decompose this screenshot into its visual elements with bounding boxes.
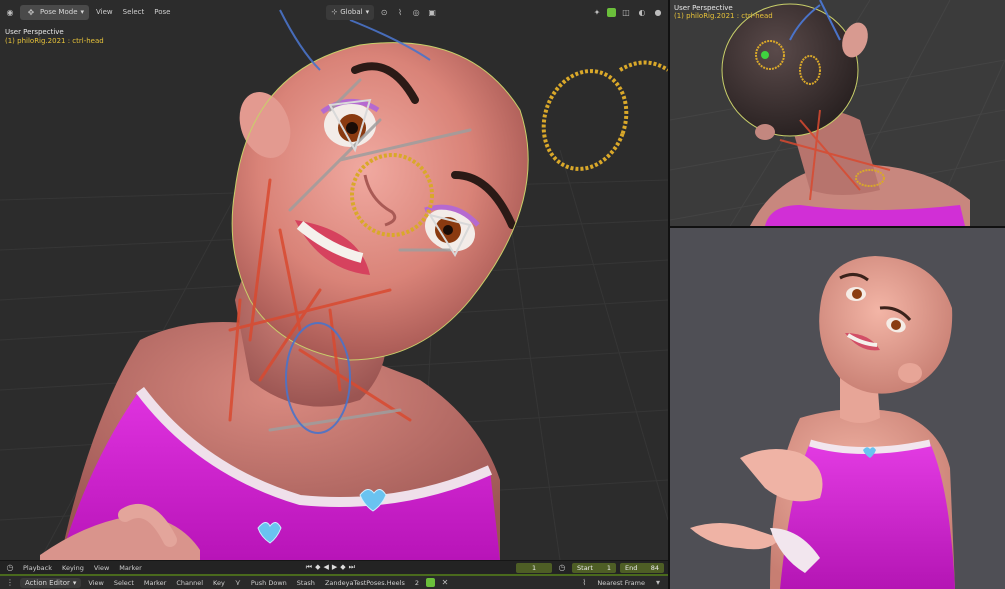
- rewind-icon[interactable]: ◀: [324, 563, 329, 572]
- jump-end-icon[interactable]: ⏭: [349, 563, 355, 572]
- overlay-icon[interactable]: [607, 7, 616, 17]
- snap-icon[interactable]: ⌇: [394, 6, 406, 18]
- timeline-header: ◷ Playback Keying View Marker ⏮ ◆ ◀ ▶ ◆ …: [0, 560, 668, 574]
- close-icon[interactable]: ✕: [439, 577, 451, 589]
- menu-channel[interactable]: Channel: [173, 579, 206, 587]
- end-value: 84: [650, 563, 660, 572]
- menu-pose[interactable]: Pose: [151, 8, 173, 16]
- viewport-shading-icon[interactable]: ◐: [636, 6, 648, 18]
- main-viewport-header: ◉ ✥ Pose Mode ▾ View Select Pose ⊹ Globa…: [0, 0, 668, 24]
- menu-marker[interactable]: Marker: [116, 564, 144, 572]
- pivot-icon[interactable]: ⊙: [378, 6, 390, 18]
- top-right-viewport[interactable]: User Perspective (1) philoRig.2021 : ctr…: [670, 0, 1005, 226]
- end-frame-field[interactable]: End 84: [620, 562, 665, 573]
- preview-range-icon[interactable]: ◷: [556, 562, 568, 574]
- viewport-grid: [670, 0, 1005, 226]
- editor-mode-label: Action Editor: [25, 578, 70, 587]
- editor-type-icon[interactable]: ◉: [4, 6, 16, 18]
- jump-start-icon[interactable]: ⏮: [306, 563, 312, 572]
- viewport-title: User Perspective: [674, 4, 733, 12]
- clock-icon[interactable]: ◷: [4, 562, 16, 574]
- viewport-grid: [0, 9, 668, 560]
- current-frame-value: 1: [531, 563, 537, 572]
- viewport-title: User Perspective: [5, 28, 64, 36]
- xray-icon[interactable]: ◫: [620, 6, 632, 18]
- menu-key[interactable]: Key: [210, 579, 228, 587]
- start-label: Start: [577, 563, 593, 572]
- menu-keying[interactable]: Keying: [59, 564, 87, 572]
- viewport-subtitle: (1) philoRig.2021 : ctrl-head: [674, 12, 773, 20]
- area-divider-vertical[interactable]: [668, 0, 670, 589]
- menu-playback[interactable]: Playback: [20, 564, 55, 572]
- play-icon[interactable]: ▶: [332, 563, 337, 572]
- orientation-selector[interactable]: ⊹ Global ▾: [326, 4, 375, 20]
- chevron-down-icon: ▾: [72, 578, 77, 587]
- display-icon[interactable]: ▣: [426, 6, 438, 18]
- viewport-subtitle: (1) philoRig.2021 : ctrl-head: [5, 37, 104, 45]
- area-divider-horizontal[interactable]: [670, 226, 1005, 228]
- proportional-icon[interactable]: ◎: [410, 6, 422, 18]
- orientation-icon: ⊹: [331, 8, 338, 16]
- action-users: 2: [414, 578, 419, 587]
- mode-selector[interactable]: ✥ Pose Mode ▾: [20, 4, 90, 20]
- interpolation-icon[interactable]: ⋎: [232, 577, 244, 589]
- editor-mode-selector[interactable]: Action Editor ▾: [20, 577, 82, 588]
- render-preview[interactable]: [670, 228, 1005, 589]
- menu-select[interactable]: Select: [111, 579, 137, 587]
- fake-user-icon[interactable]: [425, 578, 435, 587]
- snap-icon[interactable]: ⌇: [578, 577, 590, 589]
- push-down-button[interactable]: Push Down: [248, 579, 290, 587]
- next-key-icon[interactable]: ◆: [340, 563, 345, 572]
- chevron-down-icon: ▾: [365, 8, 370, 16]
- dopesheet-icon[interactable]: ⋮: [4, 577, 16, 589]
- action-editor-header: ⋮ Action Editor ▾ View Select Marker Cha…: [0, 576, 668, 589]
- action-name[interactable]: ZandeyaTestPoses.Heels: [322, 579, 408, 587]
- menu-view[interactable]: View: [93, 8, 116, 16]
- menu-marker[interactable]: Marker: [141, 579, 169, 587]
- mode-label: Pose Mode: [40, 8, 78, 16]
- start-frame-field[interactable]: Start 1: [572, 562, 617, 573]
- gizmo-icon[interactable]: ✦: [591, 6, 603, 18]
- chevron-down-icon: ▾: [80, 8, 85, 16]
- snap-mode[interactable]: Nearest Frame: [594, 579, 648, 587]
- chevron-down-icon: ▾: [655, 578, 660, 587]
- render-image: [690, 256, 955, 589]
- menu-view[interactable]: View: [85, 579, 106, 587]
- start-value: 1: [606, 563, 612, 572]
- pose-mode-icon: ✥: [27, 7, 35, 17]
- main-viewport[interactable]: ◉ ✥ Pose Mode ▾ View Select Pose ⊹ Globa…: [0, 0, 668, 560]
- viewport-shading-icon[interactable]: ●: [652, 6, 664, 18]
- menu-select[interactable]: Select: [120, 8, 148, 16]
- prev-key-icon[interactable]: ◆: [315, 563, 320, 572]
- menu-view[interactable]: View: [91, 564, 112, 572]
- current-frame-field[interactable]: 1: [516, 562, 553, 573]
- stash-button[interactable]: Stash: [294, 579, 318, 587]
- playback-controls: ⏮ ◆ ◀ ▶ ◆ ⏭: [306, 563, 355, 572]
- orientation-label: Global: [340, 8, 363, 16]
- end-label: End: [625, 563, 638, 572]
